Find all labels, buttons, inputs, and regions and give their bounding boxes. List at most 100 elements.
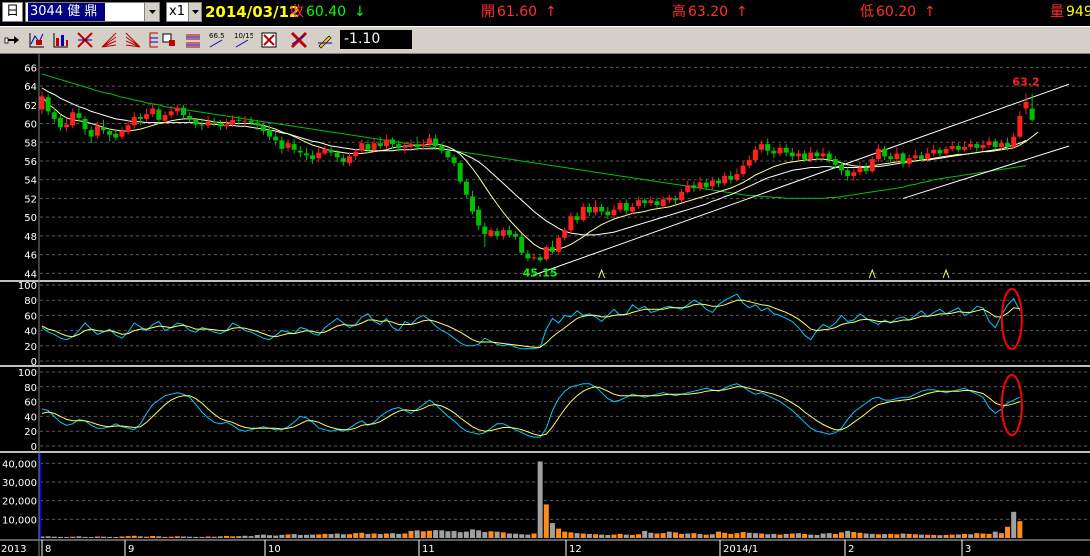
candle-body [248,120,254,123]
candle-body [722,175,728,184]
volume-bar [679,533,685,538]
volume-bar [974,533,980,538]
price-66-5-icon[interactable]: 66.5 [206,29,228,51]
volume-bar [912,534,918,538]
cross-icon[interactable] [74,29,96,51]
candle-body [765,144,771,151]
quote-date: 2014/03/12 [205,3,300,21]
candle-body [894,153,900,160]
candle-body [832,159,838,165]
volume-bar [549,523,555,538]
candle-body [144,114,150,119]
low-label: 低 [860,4,874,20]
candle-body [906,158,912,164]
candle-body [642,200,648,204]
stock-select-value: 3044 健 鼎 [28,3,106,21]
volume-bar [918,534,924,538]
parallel-lines-icon[interactable] [182,29,204,51]
drawing-toolbar: 66.5 10/15 -1.10 [0,26,1090,54]
candle-body [759,144,765,150]
volume-bar [150,535,156,538]
volume-bar [420,531,426,538]
candle-body [980,145,986,148]
box-icon[interactable] [158,29,180,51]
candle-body [1011,136,1017,147]
volume-bar [199,536,205,538]
volume-bar [463,531,469,538]
candle-body [599,206,605,212]
volume-bar [426,530,432,538]
volume-bar [617,533,623,538]
stock-select[interactable]: 3044 健 鼎 [25,2,160,22]
volume-bar [506,533,512,538]
candle-body [697,182,703,189]
volume-bar [494,531,500,538]
date-10-15-icon[interactable]: 10/15 [232,29,254,51]
low-value: 60.20 [876,4,917,20]
candle-body [679,191,685,201]
price-tick-label: 62 [24,101,37,112]
volume-bar [611,534,617,538]
volume-bar [599,534,605,538]
candle-body [150,108,156,115]
bar-chart-icon[interactable] [50,29,72,51]
cross-delete-icon[interactable] [288,29,310,51]
candle-body [789,152,795,157]
candle-body [531,257,537,259]
candle-body [137,116,143,119]
volume-value: 949 [1066,4,1090,20]
period-selector[interactable]: 日 [2,2,23,22]
volume-bar [230,536,236,538]
volume-bar [285,534,291,538]
chevron-down-icon[interactable] [188,3,201,21]
candle-body [605,211,611,216]
volume-bar [291,534,297,538]
candle-body [672,198,678,201]
indicator-icon[interactable] [26,29,48,51]
open-value: 61.60 [497,4,538,20]
candle-body [648,200,654,204]
volume-bar [574,533,580,538]
candle-body [254,122,260,126]
pencil-icon[interactable] [314,29,336,51]
volume-bar [162,536,168,538]
candle-body [519,236,525,253]
price-tick-label: 64 [24,82,37,93]
volume-bar [414,530,420,538]
multiplier-select[interactable]: x1 [166,2,202,22]
fan-lines-icon[interactable] [98,29,120,51]
volume-bar [402,533,408,538]
fan-lines-alt-icon[interactable] [122,29,144,51]
volume-bar [119,536,125,538]
candle-body [506,230,512,235]
candle-body [457,162,463,182]
chevron-down-icon[interactable] [144,3,159,21]
candle-body [420,144,426,146]
candle-body [845,170,851,176]
price-tick-label: 66 [24,63,37,74]
volume-bar [51,536,57,538]
candle-body [882,148,888,157]
candle-body [439,146,445,151]
volume-bar [771,533,777,538]
candle-body [107,131,113,135]
candle-body [168,111,174,116]
candle-body [51,112,57,119]
volume-bar [851,532,857,538]
volume-bar [691,533,697,538]
volume-bar [433,530,439,538]
candle-body [500,230,506,236]
candle-body [931,149,937,154]
volume-bar [107,536,113,538]
candle-body [267,130,273,137]
candle-body [426,138,432,145]
delete-icon[interactable] [258,29,280,51]
volume-bar [45,536,51,538]
candle-body [777,147,783,154]
pointer-icon[interactable] [2,29,24,51]
volume-bar [605,535,611,538]
candle-body [728,175,734,180]
candle-body [76,113,82,118]
candle-body [586,206,592,213]
candle-body [187,116,193,119]
